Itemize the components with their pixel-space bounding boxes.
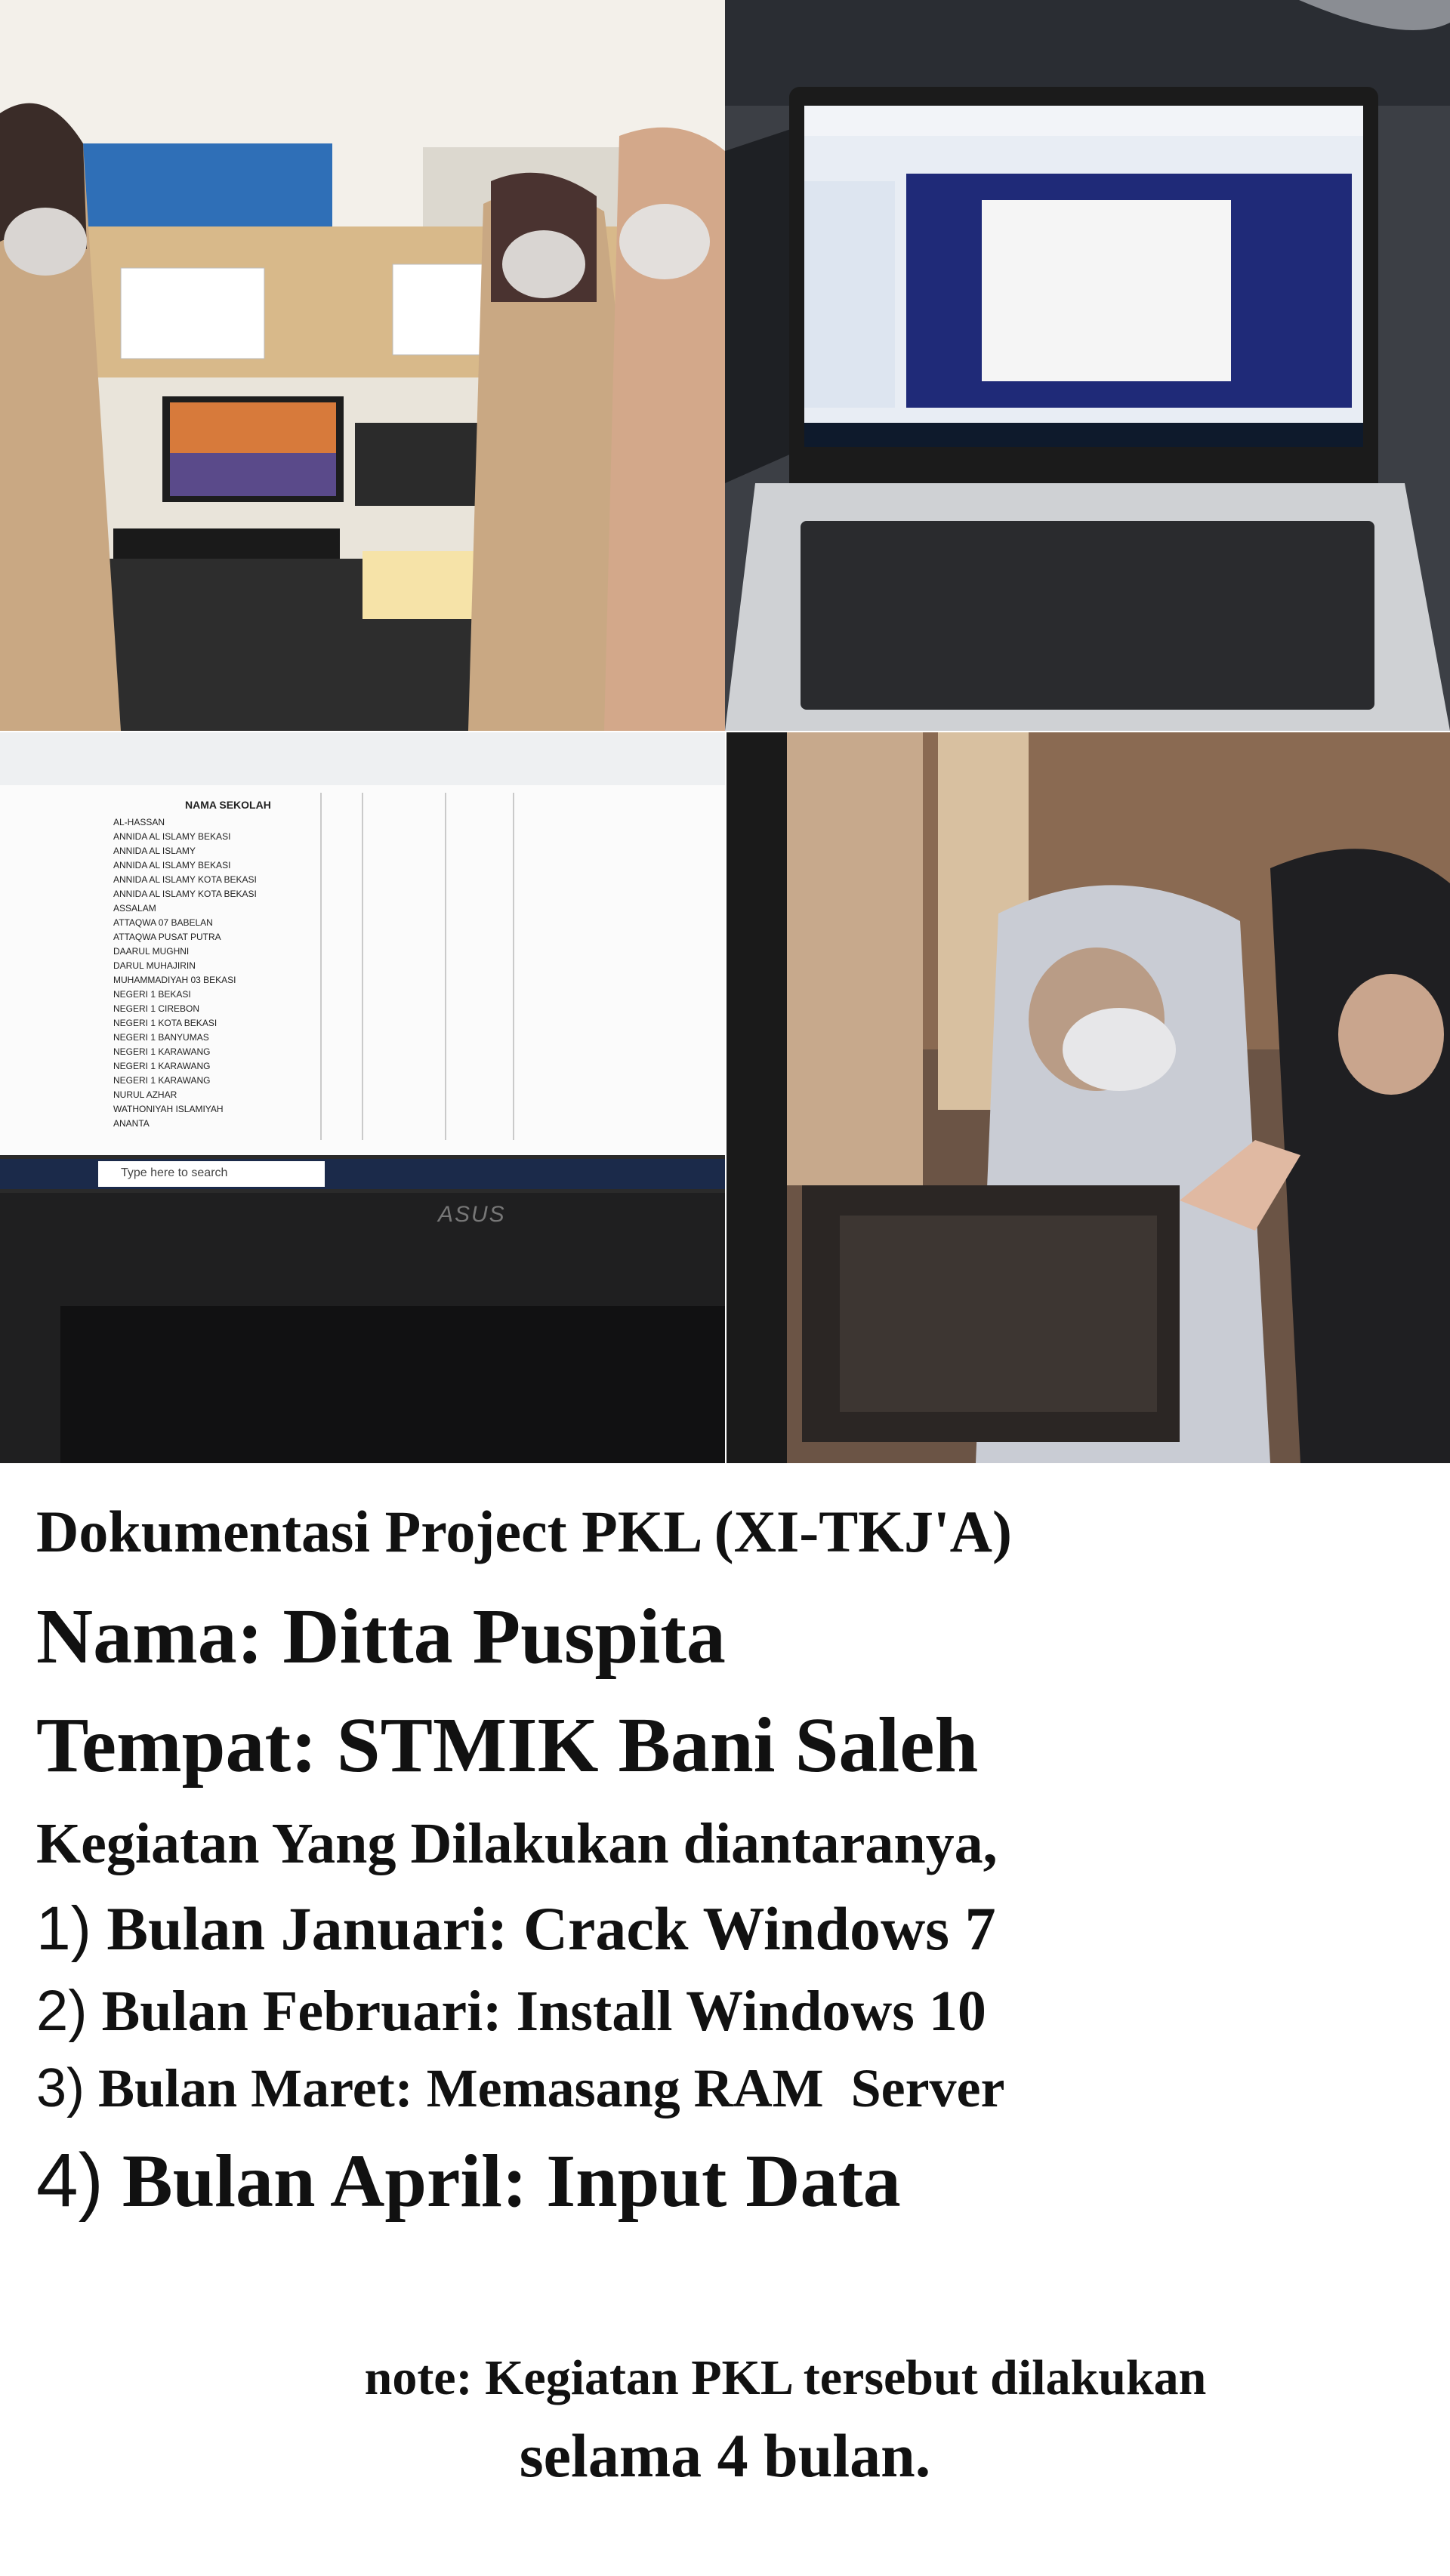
page-title: Dokumentasi Project PKL (XI-TKJ'A) (36, 1499, 1012, 1564)
tempat-value: STMIK Bani Saleh (336, 1702, 979, 1789)
spreadsheet-row: ANNIDA AL ISLAMY KOTA BEKASI (113, 874, 257, 885)
spreadsheet-row: NEGERI 1 KARAWANG (113, 1046, 211, 1057)
spreadsheet-row: NEGERI 1 KARAWANG (113, 1061, 211, 1071)
photo-collage: NAMA SEKOLAH AL-HASSAN ANNIDA AL ISLAMY B… (0, 0, 1450, 1463)
classroom-photo (0, 0, 725, 731)
spreadsheet-row: NEGERI 1 KOTA BEKASI (113, 1018, 218, 1028)
nama-value: Ditta Puspita (282, 1593, 726, 1680)
activity-item-1: 1) Bulan Januari: Crack Windows 7 (36, 1894, 996, 1963)
nama-label: Nama (36, 1593, 237, 1680)
spreadsheet-rows: AL-HASSAN ANNIDA AL ISLAMY BEKASI ANNIDA A… (113, 815, 325, 1131)
taskbar-search-input[interactable]: Type here to search (121, 1166, 227, 1180)
laptop-photo (725, 0, 1450, 731)
spreadsheet-row: WATHONIYAH ISLAMIYAH (113, 1104, 224, 1114)
spreadsheet-row: ANNIDA AL ISLAMY BEKASI (113, 831, 231, 842)
spreadsheet-row: NEGERI 1 KARAWANG (113, 1075, 211, 1086)
laptop-brand-logo: ASUS (438, 1202, 506, 1227)
activity-item-4: 4) Bulan April: Input Data (36, 2138, 901, 2223)
spreadsheet-row: ATTAQWA PUSAT PUTRA (113, 932, 221, 942)
spreadsheet-header: NAMA SEKOLAH (185, 799, 271, 811)
spreadsheet-row: ANANTA (113, 1118, 150, 1129)
note-line-2: selama 4 bulan. (519, 2421, 931, 2490)
spreadsheet-row: ANNIDA AL ISLAMY KOTA BEKASI (113, 889, 257, 899)
tempat-label: Tempat (36, 1702, 292, 1789)
spreadsheet-row: ANNIDA AL ISLAMY BEKASI (113, 860, 231, 870)
spreadsheet-row: NEGERI 1 CIREBON (113, 1003, 200, 1014)
note-line-1: note: Kegiatan PKL tersebut dilakukan (364, 2350, 1207, 2405)
spreadsheet-row: ASSALAM (113, 903, 156, 914)
tempat-line: Tempat: STMIK Bani Saleh (36, 1702, 979, 1789)
caption-block: Dokumentasi Project PKL (XI-TKJ'A) Nama:… (36, 1502, 1411, 2219)
spreadsheet-row: DARUL MUHAJIRIN (113, 960, 196, 971)
spreadsheet-row: DAARUL MUGHNI (113, 946, 190, 957)
spreadsheet-photo (0, 732, 725, 1463)
activity-item-2: 2) Bulan Februari: Install Windows 10 (36, 1979, 986, 2043)
spreadsheet-row: AL-HASSAN (113, 817, 165, 827)
activity-item-3: 3) Bulan Maret: Memasang RAM Server (36, 2058, 1005, 2118)
spreadsheet-row: NEGERI 1 BEKASI (113, 989, 191, 1000)
spreadsheet-row: ANNIDA AL ISLAMY (113, 846, 196, 856)
activities-intro: Kegiatan Yang Dilakukan diantaranya, (36, 1812, 998, 1875)
spreadsheet-row: NEGERI 1 BANYUMAS (113, 1032, 209, 1043)
nama-line: Nama: Ditta Puspita (36, 1593, 726, 1680)
spreadsheet-row: ATTAQWA 07 BABELAN (113, 917, 213, 928)
spreadsheet-row: NURUL AZHAR (113, 1089, 177, 1100)
spreadsheet-row: MUHAMMADIYAH 03 BEKASI (113, 975, 236, 985)
server-photo (727, 732, 1450, 1463)
